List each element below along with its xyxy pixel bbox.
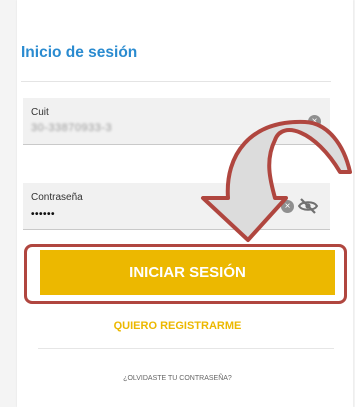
register-link[interactable]: QUIERO REGISTRARME — [0, 320, 355, 332]
password-value[interactable]: •••••• — [31, 209, 55, 220]
cuit-label: Cuit — [31, 107, 49, 118]
curved-arrow-icon — [201, 119, 352, 242]
password-label: Contraseña — [31, 192, 83, 203]
forgot-divider — [38, 348, 334, 349]
forgot-password-link[interactable]: ¿OLVIDASTE TU CONTRASEÑA? — [0, 375, 355, 382]
cuit-value[interactable]: 30-33870933-3 — [31, 122, 112, 134]
page-title: Inicio de sesión — [21, 44, 138, 61]
title-divider — [21, 81, 331, 82]
